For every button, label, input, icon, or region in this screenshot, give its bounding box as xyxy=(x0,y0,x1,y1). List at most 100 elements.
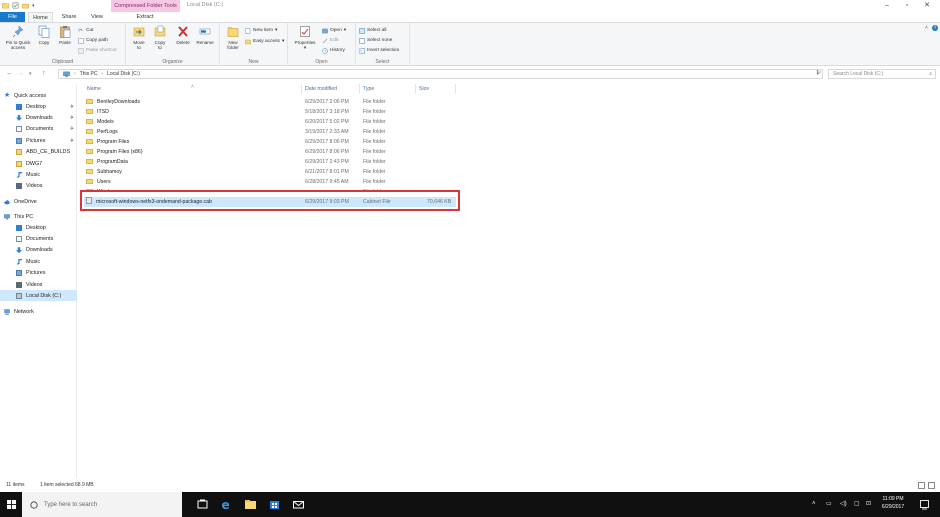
edit-button[interactable]: Edit xyxy=(322,36,338,45)
maximize-button[interactable]: ▫ xyxy=(897,0,917,11)
taskbar-search-input[interactable]: Type here to search xyxy=(22,492,182,517)
history-button[interactable]: History xyxy=(322,46,345,55)
ribbon-collapse-icon[interactable]: ˄ xyxy=(925,25,928,31)
help-icon[interactable]: ? xyxy=(932,25,938,31)
folder-row[interactable]: BentleyDownloads 6/29/2017 2:06 PM File fo… xyxy=(84,97,456,107)
new-folder-button[interactable]: New folder xyxy=(223,25,243,50)
forward-arrow-icon[interactable]: → xyxy=(17,69,24,79)
file-list: Name ˄ Date modified Type Size BentleyDo… xyxy=(80,84,940,478)
column-header-name[interactable]: Name ˄ xyxy=(84,84,302,94)
new-item-button[interactable]: New item ▾ xyxy=(245,26,277,35)
properties-qat-icon[interactable] xyxy=(12,2,19,9)
nav-pc-local-disk-c[interactable]: Local Disk (C:) xyxy=(0,290,77,302)
folder-row[interactable]: Users 6/28/2017 9:45 AM File folder xyxy=(84,177,456,187)
select-none-icon xyxy=(359,37,365,44)
mail-icon[interactable] xyxy=(292,498,305,511)
folder-row[interactable]: Program Files (x86) 6/29/2017 8:06 PM File… xyxy=(84,147,456,157)
edge-icon[interactable]: e xyxy=(220,498,233,511)
recent-locations-icon[interactable]: ▾ xyxy=(29,69,32,79)
folder-row[interactable]: Subhamoy 6/21/2017 8:01 PM File folder xyxy=(84,167,456,177)
nav-pc-downloads[interactable]: Downloads xyxy=(0,245,77,256)
nav-quick-videos[interactable]: Videos xyxy=(0,181,77,192)
nav-quick-documents[interactable]: Documents ✈ xyxy=(0,124,77,135)
nav-quick-abd-ce-builds[interactable]: ABD_CE_BUILDS xyxy=(0,147,77,158)
store-icon[interactable] xyxy=(268,498,281,511)
action-center-icon[interactable] xyxy=(918,498,931,511)
folder-row[interactable]: Models 6/20/2017 5:02 PM File folder xyxy=(84,117,456,127)
back-arrow-icon[interactable]: ← xyxy=(6,69,13,79)
nav-pc-desktop[interactable]: Desktop xyxy=(0,222,77,233)
nav-quick-access[interactable]: ★ Quick access xyxy=(0,90,77,101)
clipboard-group-label: Clipboard xyxy=(51,59,74,65)
minimize-button[interactable]: – xyxy=(877,0,897,11)
file-name: ITSD xyxy=(86,107,109,117)
nav-pc-videos[interactable]: Videos xyxy=(0,279,77,290)
nav-this-pc[interactable]: This PC xyxy=(0,211,77,222)
move-to-button[interactable]: Move to xyxy=(130,25,148,50)
cut-button[interactable]: ✂ Cut xyxy=(78,26,93,35)
select-all-button[interactable]: Select all xyxy=(359,26,386,35)
nav-quick-pictures[interactable]: Pictures ✈ xyxy=(0,135,77,146)
details-view-icon[interactable] xyxy=(918,482,925,489)
pin-to-quick-access-button[interactable]: Pin to Quick access xyxy=(3,25,33,50)
nav-item-label: Desktop xyxy=(26,224,46,231)
folder-row[interactable]: ProgramData 6/29/2017 2:43 PM File folder xyxy=(84,157,456,167)
nav-pc-music[interactable]: Music xyxy=(0,256,77,267)
open-button[interactable]: Open ▾ xyxy=(322,26,346,35)
copy-to-button[interactable]: Copy to xyxy=(151,25,169,50)
nav-pc-documents[interactable]: Documents xyxy=(0,233,77,244)
copy-path-button[interactable]: Copy path xyxy=(78,36,108,45)
file-explorer-icon[interactable] xyxy=(244,498,257,511)
folder-row[interactable]: Program Files 6/29/2017 8:06 PM File folde… xyxy=(84,137,456,147)
volume-icon[interactable]: ◁) xyxy=(840,492,847,517)
nav-quick-music[interactable]: Music xyxy=(0,169,77,180)
close-button[interactable]: ✕ xyxy=(917,0,937,11)
nav-network[interactable]: Network xyxy=(0,306,77,317)
delete-button[interactable]: Delete xyxy=(174,25,192,45)
easy-access-button[interactable]: Easy access ▾ xyxy=(245,37,284,46)
column-header-type[interactable]: Type xyxy=(360,84,416,94)
properties-button[interactable]: Properties ▾ xyxy=(291,25,319,50)
column-header-date[interactable]: Date modified xyxy=(302,84,360,94)
invert-selection-button[interactable]: Invert selection xyxy=(359,46,399,55)
open-label: Open xyxy=(330,28,342,33)
tab-home[interactable]: Home xyxy=(28,12,53,22)
large-icons-view-icon[interactable] xyxy=(928,482,935,489)
nav-quick-downloads[interactable]: Downloads ✈ xyxy=(0,112,77,123)
tab-extract[interactable]: Extract xyxy=(126,12,164,22)
display-tray-icon[interactable]: ▢ xyxy=(854,492,860,517)
taskbar: Type here to search e ˄ ▭ ◁) ▢ ⊡ 11:09 P… xyxy=(0,492,940,517)
tab-file[interactable]: File xyxy=(0,12,25,22)
copy-button[interactable]: Copy xyxy=(35,25,53,45)
compressed-folder-tools-tab[interactable]: Compressed Folder Tools xyxy=(111,0,180,12)
tab-share[interactable]: Share xyxy=(56,12,82,22)
language-tray-icon[interactable]: ⊡ xyxy=(866,492,871,517)
task-view-icon[interactable] xyxy=(196,498,209,511)
folder-row[interactable]: ITSD 5/18/2017 3:18 PM File folder xyxy=(84,107,456,117)
notification-chevron-icon[interactable]: ˄ xyxy=(812,492,816,517)
folder-row[interactable]: PerfLogs 3/19/2017 2:33 AM File folder xyxy=(84,127,456,137)
up-arrow-icon[interactable]: ↑ xyxy=(42,69,46,79)
address-field[interactable]: › This PC › Local Disk (C:) ▾ xyxy=(58,69,823,79)
nav-quick-desktop[interactable]: Desktop ✈ xyxy=(0,101,77,112)
network-tray-icon[interactable]: ▭ xyxy=(826,492,832,517)
file-type: File folder xyxy=(363,119,386,125)
refresh-icon[interactable]: ↻ xyxy=(816,68,821,78)
tab-view[interactable]: View xyxy=(84,12,110,22)
new-folder-qat-icon[interactable] xyxy=(22,2,29,9)
taskbar-clock[interactable]: 11:09 PM 6/29/2017 xyxy=(878,495,908,511)
paste-shortcut-button[interactable]: Paste shortcut xyxy=(78,46,117,55)
rename-button[interactable]: Rename xyxy=(194,25,216,45)
qat-dropdown-icon[interactable]: ▾ xyxy=(32,3,35,9)
column-header-size[interactable]: Size xyxy=(416,84,456,94)
nav-quick-dwg7[interactable]: DWG7 xyxy=(0,158,77,169)
select-none-button[interactable]: Select none xyxy=(359,36,392,45)
breadcrumb-this-pc[interactable]: This PC xyxy=(80,71,98,77)
search-input[interactable]: Search Local Disk (C:) ⌕ xyxy=(828,69,936,79)
network-icon xyxy=(4,308,10,315)
start-button[interactable] xyxy=(0,492,22,517)
nav-pc-pictures[interactable]: Pictures xyxy=(0,268,77,279)
paste-button[interactable]: Paste xyxy=(56,25,74,45)
nav-onedrive[interactable]: OneDrive xyxy=(0,196,77,207)
breadcrumb-local-disk[interactable]: Local Disk (C:) xyxy=(107,71,140,77)
